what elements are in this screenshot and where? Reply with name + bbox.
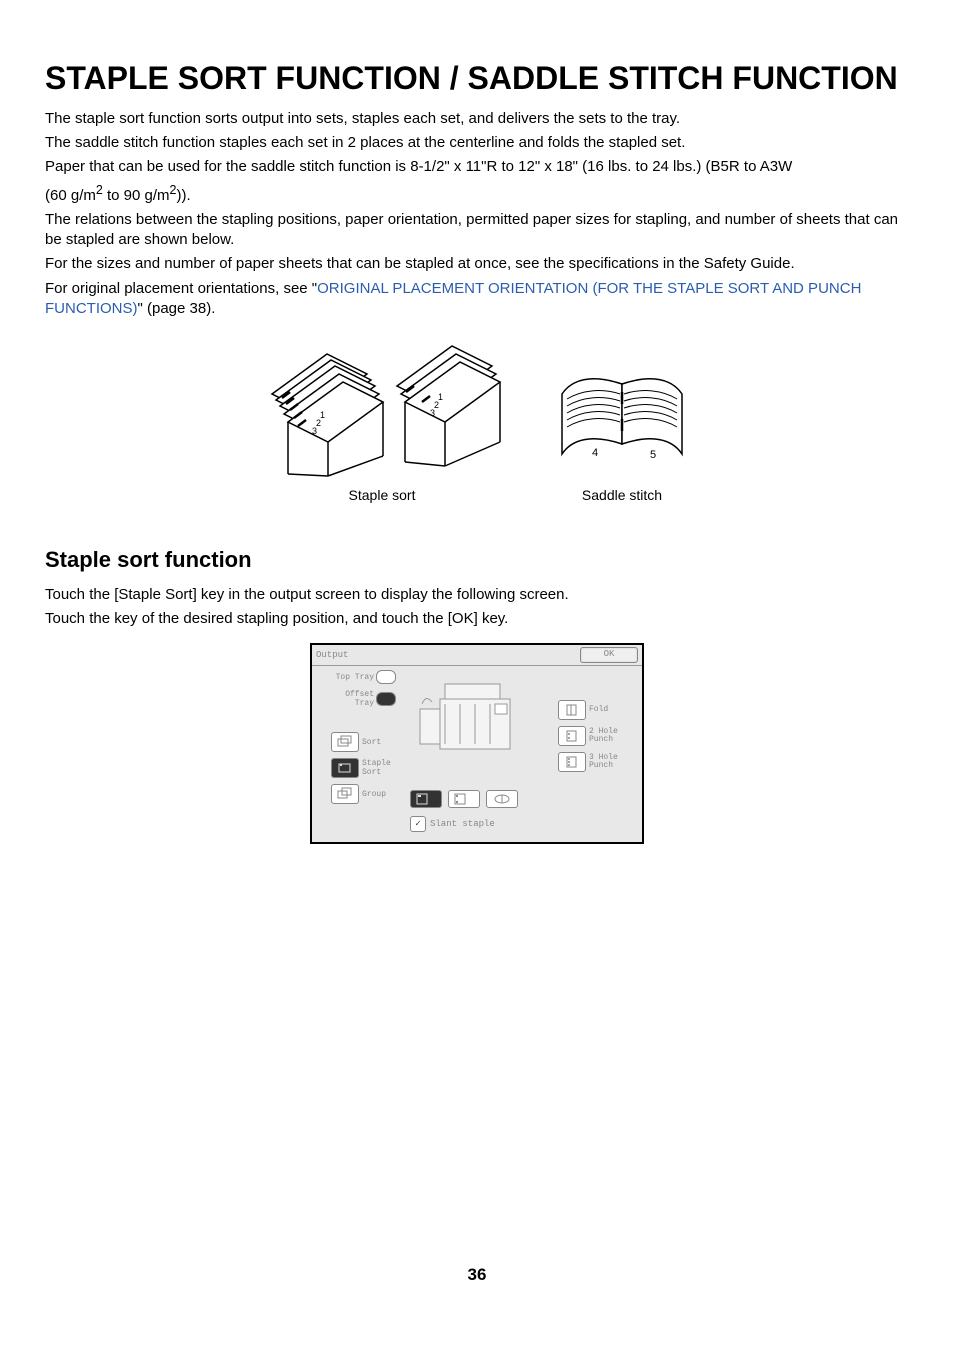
slant-staple-label: Slant staple [430,818,495,830]
paragraph: Touch the key of the desired stapling po… [45,609,909,629]
paragraph: The saddle stitch function staples each … [45,133,909,153]
punch-2hole-button[interactable] [558,726,586,746]
punch-3hole-label: 3 Hole Punch [589,754,617,770]
sort-label: Sort [362,738,396,747]
illustration-label: Staple sort [262,486,502,505]
top-tray-indicator[interactable] [376,670,396,684]
paragraph: The staple sort function sorts output in… [45,109,909,129]
fold-label: Fold [589,706,617,714]
ok-button[interactable]: OK [580,647,638,663]
fold-icon [563,703,581,717]
offset-tray-indicator[interactable] [376,692,396,706]
offset-tray-label: Offset Tray [326,690,374,708]
paragraph: For the sizes and number of paper sheets… [45,254,909,274]
paragraph: (60 g/m2 to 90 g/m2)). [45,182,909,206]
printer-illustration [410,674,530,759]
staple-sort-icon [336,761,354,775]
paragraph: The relations between the stapling posit… [45,210,909,251]
sort-icon [336,735,354,749]
saddle-icon [492,793,512,805]
saddle-stitch-icon: 45 [552,364,692,484]
staple-position-2-button[interactable] [448,790,480,808]
top-tray-label: Top Tray [326,673,374,682]
svg-text:1: 1 [438,392,443,402]
illustration-row: 321 321 Staple sort [45,344,909,505]
staple-top-left-icon [416,793,436,805]
page-number: 36 [45,1264,909,1287]
panel-title: Output [316,649,580,661]
staple-sort-button[interactable] [331,758,359,778]
staple-sort-label: Staple Sort [362,759,396,777]
fold-button[interactable] [558,700,586,720]
page-title: STAPLE SORT FUNCTION / SADDLE STITCH FUN… [45,60,909,97]
punch-3-icon [563,755,581,769]
staple-position-1-button[interactable] [410,790,442,808]
touchscreen-panel: Output OK Top Tray Offset Tray Sort [310,643,644,844]
group-button[interactable] [331,784,359,804]
punch-2hole-label: 2 Hole Punch [589,728,617,744]
staple-position-3-button[interactable] [486,790,518,808]
staple-sort-icon: 321 321 [262,344,502,484]
paragraph: Touch the [Staple Sort] key in the outpu… [45,585,909,605]
group-icon [336,787,354,801]
paragraph: For original placement orientations, see… [45,279,909,320]
slant-staple-checkbox[interactable]: ✓ [410,816,426,832]
svg-text:1: 1 [320,410,325,420]
staple-two-left-icon [454,793,474,805]
illustration-label: Saddle stitch [552,486,692,505]
svg-text:5: 5 [650,449,656,461]
punch-3hole-button[interactable] [558,752,586,772]
group-label: Group [362,790,396,799]
punch-2-icon [563,729,581,743]
paragraph: Paper that can be used for the saddle st… [45,157,909,177]
sort-button[interactable] [331,732,359,752]
svg-text:4: 4 [592,447,598,459]
section-heading: Staple sort function [45,545,909,575]
